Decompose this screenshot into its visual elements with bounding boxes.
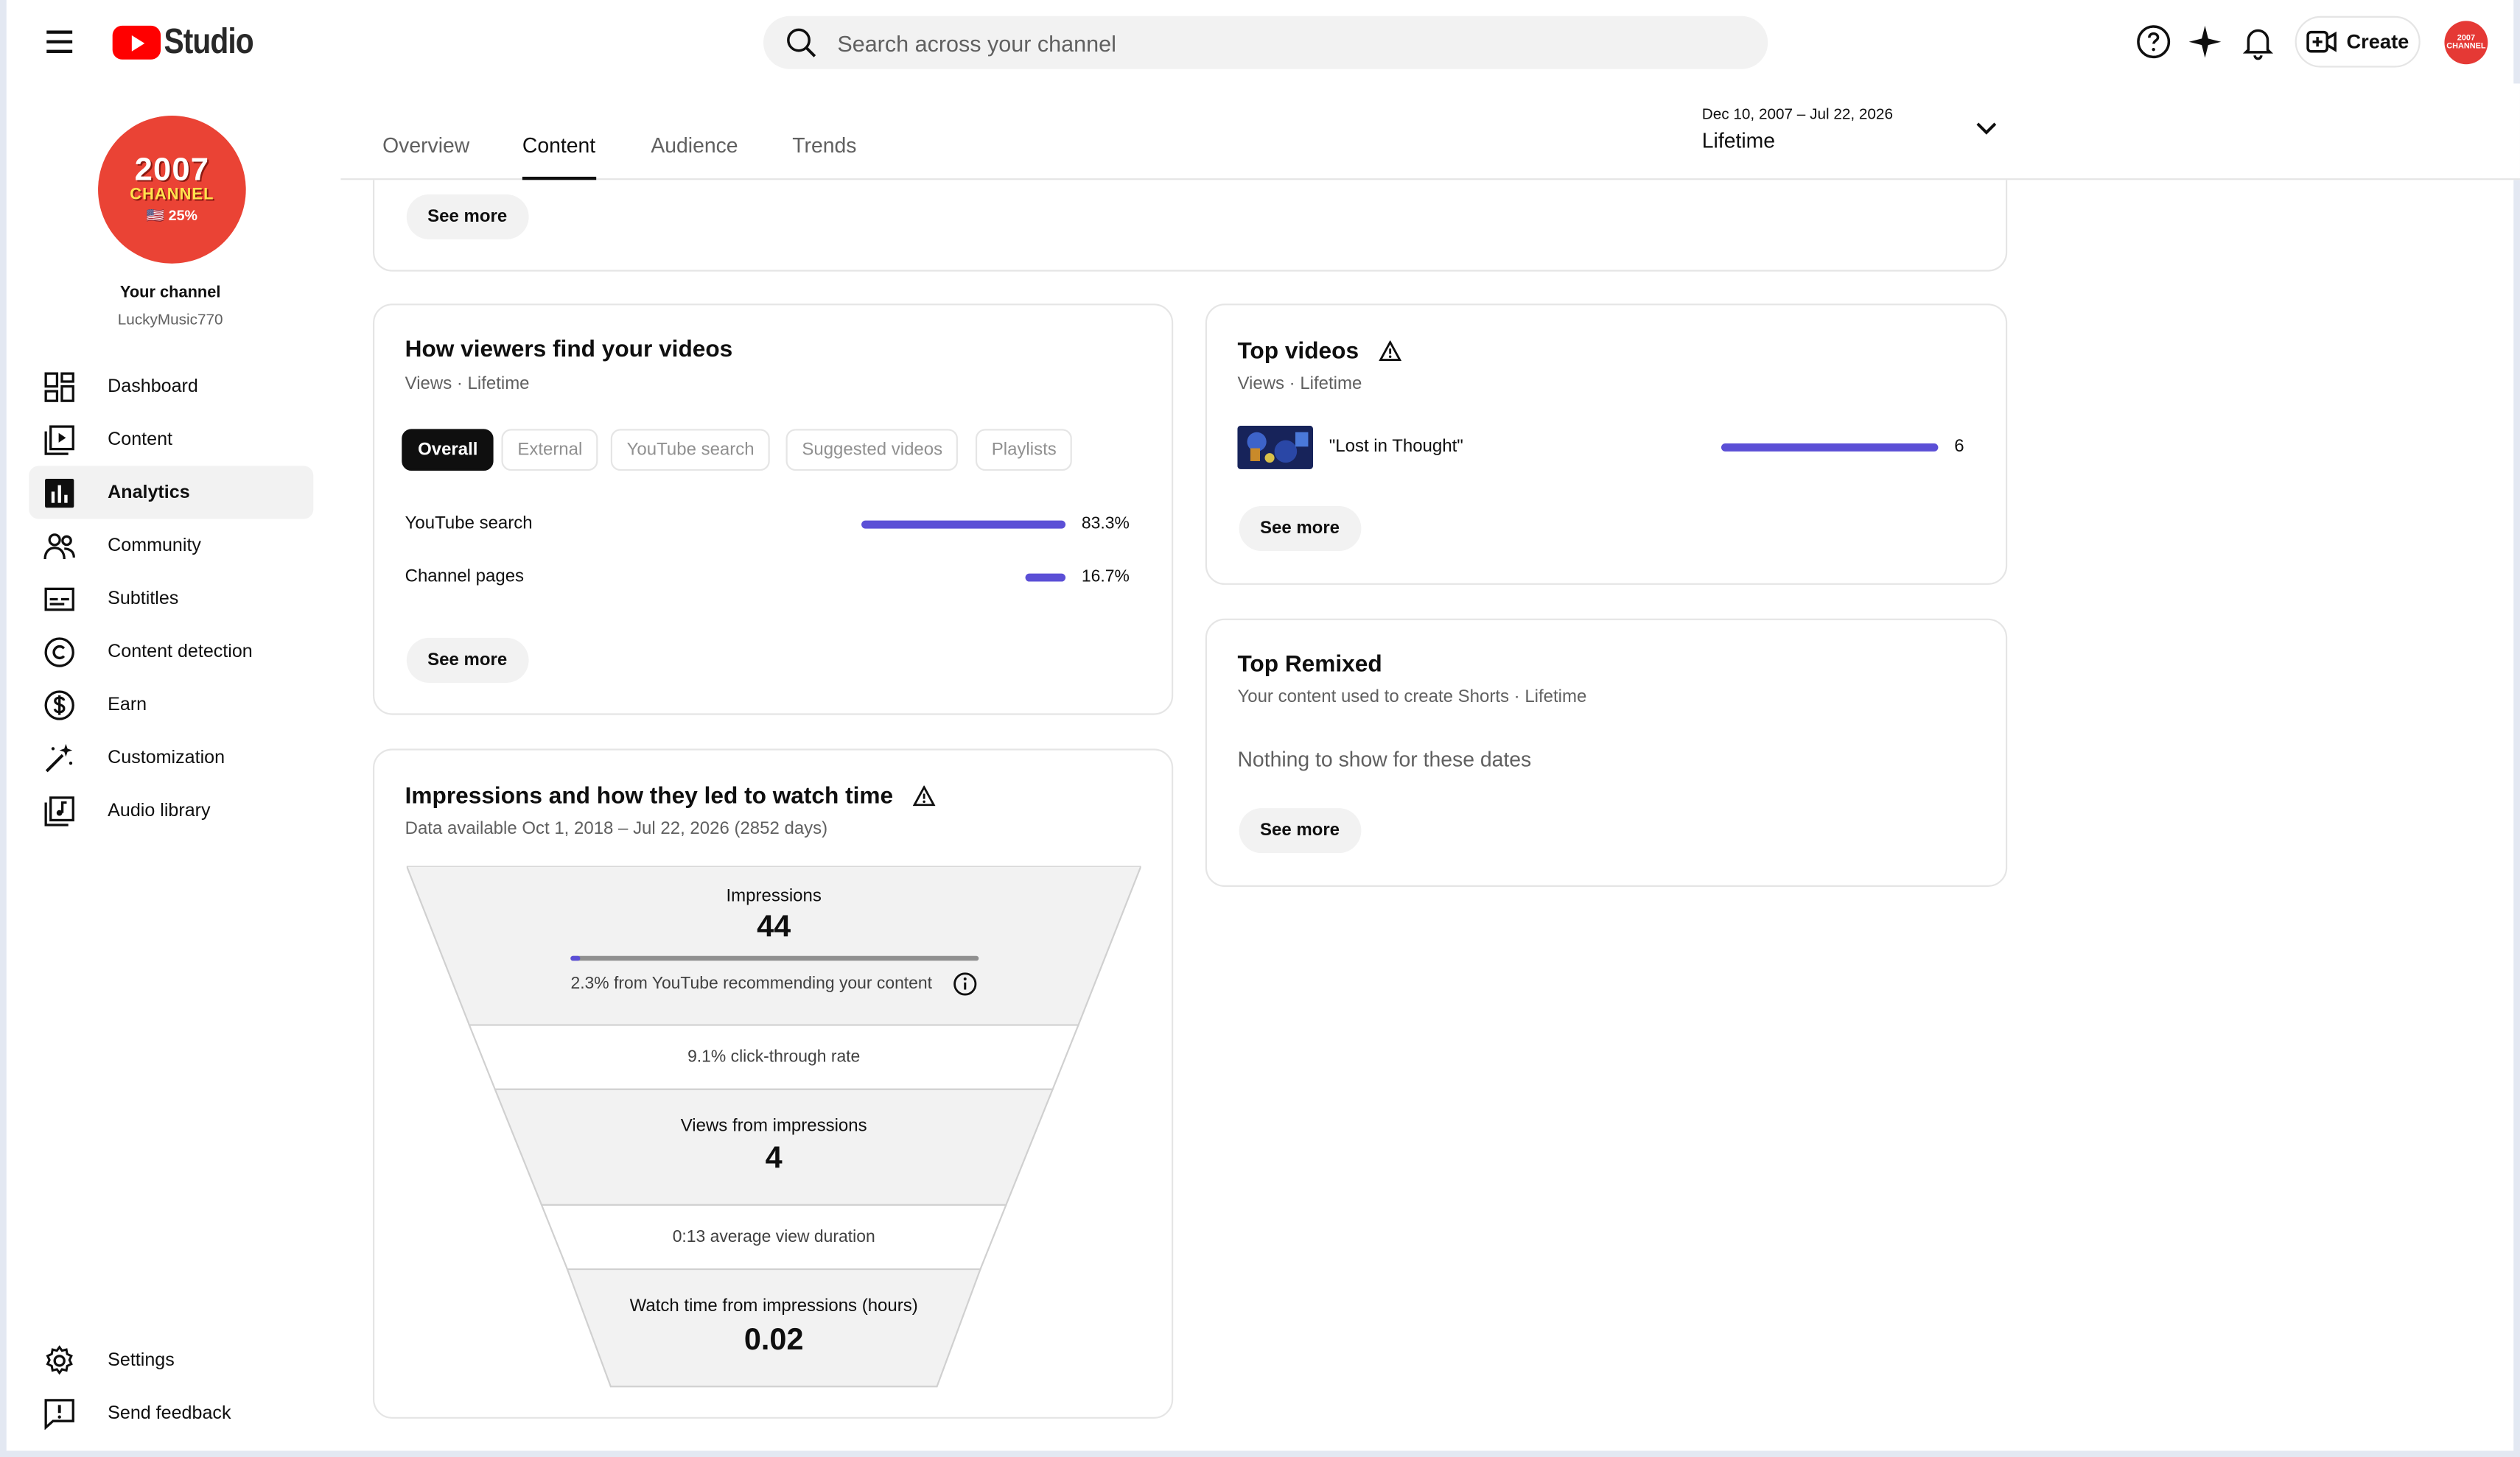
date-range-label: Lifetime (1701, 128, 1776, 153)
views-value: 4 (765, 1142, 783, 1176)
search-icon (787, 27, 816, 57)
channel-name: LuckyMusic770 (117, 312, 223, 330)
ctr-text: 9.1% click-through rate (687, 1047, 861, 1067)
traffic-see-more-button[interactable]: See more (406, 637, 528, 683)
analytics-tabs-bar: Overview Content Audience Trends Dec 10,… (340, 83, 2520, 180)
copyright-icon (44, 636, 74, 667)
impressions-subtitle: Data available Oct 1, 2018 – Jul 22, 202… (405, 819, 828, 839)
impressions-funnel: Impressions 44 2.3% from YouTube recomme… (406, 866, 1141, 1388)
video-views-value: 6 (1954, 437, 1964, 457)
recommend-fill (570, 955, 581, 961)
watch-time-value: 0.02 (743, 1324, 804, 1358)
video-plus-icon (2306, 30, 2337, 53)
create-button[interactable]: Create (2295, 15, 2421, 68)
notifications-bell-icon[interactable] (2239, 23, 2277, 61)
traffic-row-bar (1024, 573, 1066, 582)
top-remixed-subtitle: Your content used to create Shorts · Lif… (1237, 687, 1587, 707)
video-thumbnail[interactable] (1237, 425, 1313, 469)
info-icon[interactable] (953, 972, 977, 997)
top-remixed-title: Top Remixed (1237, 652, 1382, 678)
tab-content[interactable]: Content (522, 133, 595, 180)
recommend-track (570, 955, 979, 961)
chip-playlists[interactable]: Playlists (975, 429, 1073, 471)
date-range-dates: Dec 10, 2007 – Jul 22, 2026 (1701, 105, 1893, 124)
avd-text: 0:13 average view duration (672, 1227, 875, 1247)
top-videos-card: Top videos Views · Lifetime "Lost in Tho… (1205, 303, 2008, 585)
sidebar-item-community[interactable]: Community (29, 519, 313, 572)
top-remixed-see-more-button[interactable]: See more (1239, 808, 1361, 854)
studio-window: Studio Create 2007 CHANNEL 2007 CHANNEL … (0, 0, 2520, 1457)
sidebar-item-customization[interactable]: Customization (29, 731, 313, 784)
video-views-bar (1721, 443, 1939, 452)
sidebar: 2007 CHANNEL 🇺🇸 25% Your channel LuckyMu… (7, 83, 341, 1457)
top-bar: Studio Create 2007 CHANNEL (7, 0, 2514, 83)
traffic-row-bar (861, 520, 1066, 529)
account-avatar[interactable]: 2007 CHANNEL (2444, 21, 2488, 65)
top-videos-see-more-button[interactable]: See more (1239, 506, 1361, 552)
top-videos-title: Top videos (1237, 339, 1359, 365)
sidebar-item-subtitles[interactable]: Subtitles (29, 572, 313, 625)
audio-library-icon (44, 796, 74, 826)
traffic-row-label: YouTube search (405, 513, 533, 534)
sidebar-item-earn[interactable]: Earn (29, 678, 313, 731)
analytics-icon (45, 477, 74, 508)
impressions-title: Impressions and how they led to watch ti… (405, 784, 894, 810)
top-videos-subtitle: Views · Lifetime (1237, 374, 1362, 394)
help-icon[interactable] (2135, 23, 2173, 61)
tab-trends[interactable]: Trends (792, 133, 856, 180)
tab-overview[interactable]: Overview (382, 133, 469, 180)
impressions-value: 44 (757, 910, 791, 945)
warning-icon[interactable] (913, 786, 936, 807)
channel-avatar[interactable]: 2007 CHANNEL 🇺🇸 25% (98, 116, 246, 264)
magic-wand-icon (45, 742, 73, 772)
traffic-row-value: 83.3% (1081, 513, 1130, 534)
impressions-card: Impressions and how they led to watch ti… (373, 748, 1174, 1419)
chip-suggested-videos[interactable]: Suggested videos (785, 429, 959, 471)
top-remixed-card: Top Remixed Your content used to create … (1205, 618, 2008, 887)
chip-overall[interactable]: Overall (402, 429, 494, 471)
empty-state-text: Nothing to show for these dates (1237, 747, 1532, 771)
sidebar-item-content-detection[interactable]: Content detection (29, 625, 313, 678)
feedback-icon (44, 1398, 74, 1430)
studio-logo[interactable]: Studio (112, 21, 270, 61)
your-channel-label: Your channel (119, 284, 221, 303)
traffic-subtitle: Views · Lifetime (405, 374, 530, 394)
dollar-icon (44, 689, 74, 720)
sidebar-item-audio-library[interactable]: Audio library (29, 784, 313, 837)
sparkle-icon[interactable] (2185, 23, 2224, 61)
sidebar-item-settings[interactable]: Settings (29, 1333, 313, 1386)
traffic-row-value: 16.7% (1081, 566, 1130, 587)
see-more-button[interactable]: See more (406, 194, 528, 239)
chevron-down-icon (1976, 122, 1997, 135)
create-label: Create (2346, 30, 2409, 53)
watch-time-label: Watch time from impressions (hours) (629, 1296, 918, 1316)
menu-icon[interactable] (42, 26, 77, 58)
recommend-text: 2.3% from YouTube recommending your cont… (570, 974, 933, 994)
subtitles-icon (44, 586, 74, 611)
app-title: Studio (164, 21, 253, 61)
impressions-label: Impressions (726, 886, 822, 907)
sidebar-item-analytics[interactable]: Analytics (29, 466, 314, 519)
warning-icon[interactable] (1379, 340, 1401, 362)
video-title[interactable]: "Lost in Thought" (1329, 437, 1463, 456)
sidebar-item-content[interactable]: Content (29, 413, 313, 466)
views-label: Views from impressions (680, 1116, 867, 1137)
sidebar-item-dashboard[interactable]: Dashboard (29, 360, 313, 413)
date-range-selector[interactable]: Dec 10, 2007 – Jul 22, 2026 Lifetime (1702, 106, 2007, 164)
gear-icon (46, 1344, 73, 1375)
tab-audience[interactable]: Audience (651, 133, 738, 180)
traffic-sources-card: How viewers find your videos Views · Lif… (373, 303, 1174, 715)
content-icon (44, 424, 74, 454)
traffic-title: How viewers find your videos (405, 337, 733, 363)
youtube-logo-icon (112, 24, 161, 59)
dashboard-icon (44, 371, 74, 401)
sidebar-item-send-feedback[interactable]: Send feedback (29, 1386, 313, 1439)
chip-youtube-search[interactable]: YouTube search (610, 429, 771, 471)
chip-external[interactable]: External (501, 429, 599, 471)
search-input[interactable] (837, 29, 1706, 56)
community-icon (43, 533, 75, 559)
traffic-row-label: Channel pages (405, 566, 525, 587)
search-bar[interactable] (763, 15, 1768, 69)
